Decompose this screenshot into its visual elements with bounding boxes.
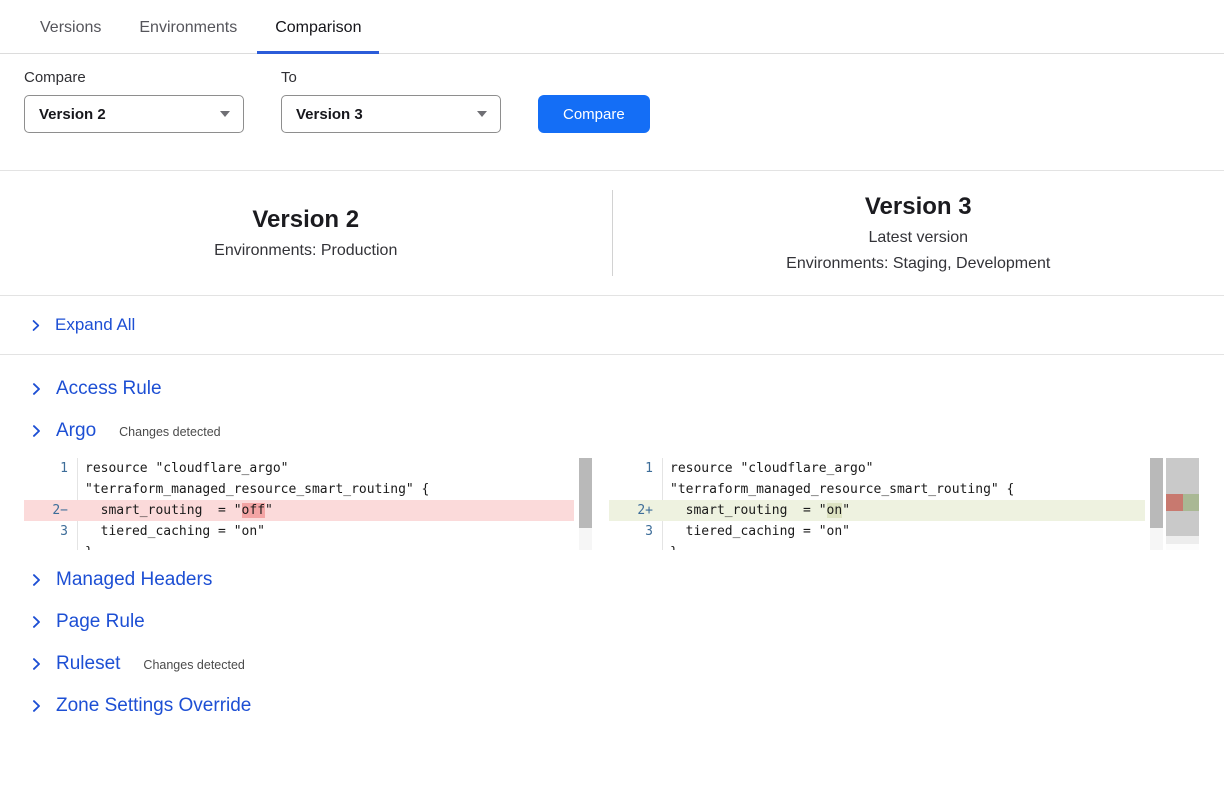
diff-line: "terraform_managed_resource_smart_routin… [24, 479, 574, 500]
section-label: Zone Settings Override [56, 695, 251, 717]
line-number: 3 [24, 521, 78, 542]
code-text: " [265, 503, 273, 518]
section-zone-settings-override[interactable]: Zone Settings Override [0, 685, 1224, 727]
added-token: on [827, 503, 843, 518]
added-marker [1183, 494, 1200, 511]
line-number: 2+ [609, 500, 663, 521]
tab-comparison[interactable]: Comparison [257, 0, 379, 54]
section-managed-headers[interactable]: Managed Headers [0, 559, 1224, 601]
left-version-title: Version 2 [0, 206, 612, 234]
section-label: Argo [56, 420, 96, 442]
diff-change-marker [1166, 494, 1199, 511]
chevron-right-icon [29, 424, 43, 438]
diff-overview-minimap[interactable] [1166, 458, 1199, 550]
scrollbar-thumb[interactable] [1150, 458, 1163, 528]
line-number: 1 [24, 458, 78, 479]
expand-all-label: Expand All [55, 315, 135, 335]
code-text: } [663, 542, 678, 550]
code-text: smart_routing = " [85, 503, 242, 518]
compare-to-label: To [281, 69, 501, 86]
left-version-environments: Environments: Production [0, 242, 612, 260]
code-text: smart_routing = " [670, 503, 827, 518]
compare-from-value: Version 2 [39, 106, 106, 123]
code-text: } [78, 542, 93, 550]
diff-line: } [609, 542, 1145, 550]
compare-button[interactable]: Compare [538, 95, 650, 133]
right-version-note: Latest version [613, 229, 1224, 247]
diff-line: 1resource "cloudflare_argo" [24, 458, 574, 479]
right-version-title: Version 3 [613, 193, 1224, 221]
chevron-right-icon [29, 382, 43, 396]
chevron-down-icon [477, 111, 487, 117]
chevron-right-icon [29, 573, 43, 587]
line-number: 2− [24, 500, 78, 521]
compare-to-field: To Version 3 [281, 69, 501, 133]
diff-line: 3 tiered_caching = "on" [609, 521, 1145, 542]
tab-versions[interactable]: Versions [40, 0, 101, 53]
diff-line-added: 2+ smart_routing = "on" [609, 500, 1145, 521]
changes-detected-badge: Changes detected [143, 656, 244, 672]
line-number [24, 542, 78, 550]
compare-to-value: Version 3 [296, 106, 363, 123]
line-number [24, 479, 78, 500]
left-pane-scrollbar[interactable] [579, 458, 592, 550]
changes-detected-badge: Changes detected [119, 423, 220, 439]
code-text: tiered_caching = "on" [663, 521, 850, 542]
section-argo[interactable]: Argo Changes detected [0, 410, 1224, 452]
diff-pane-left: 1resource "cloudflare_argo" "terraform_m… [24, 458, 592, 550]
tab-bar: Versions Environments Comparison [0, 0, 1224, 54]
code-text: " [842, 503, 850, 518]
section-access-rule[interactable]: Access Rule [0, 368, 1224, 410]
diff-code-right: 1resource "cloudflare_argo" "terraform_m… [609, 458, 1145, 550]
argo-diff-view: 1resource "cloudflare_argo" "terraform_m… [0, 452, 1224, 559]
line-number [609, 479, 663, 500]
removed-marker [1166, 494, 1183, 511]
section-label: Page Rule [56, 611, 145, 633]
chevron-right-icon [29, 699, 43, 713]
code-text: resource "cloudflare_argo" [663, 458, 874, 479]
chevron-right-icon [29, 319, 42, 332]
version-headers: Version 2 Environments: Production Versi… [0, 171, 1224, 296]
right-version-header: Version 3 Latest version Environments: S… [613, 193, 1224, 273]
compare-from-label: Compare [24, 69, 244, 86]
diff-line: "terraform_managed_resource_smart_routin… [609, 479, 1145, 500]
diff-line: 3 tiered_caching = "on" [24, 521, 574, 542]
section-label: Access Rule [56, 378, 162, 400]
line-number: 1 [609, 458, 663, 479]
line-number [609, 542, 663, 550]
diff-code-left: 1resource "cloudflare_argo" "terraform_m… [24, 458, 574, 550]
compare-controls: Compare Version 2 To Version 3 Compare [0, 54, 1224, 171]
right-version-environments: Environments: Staging, Development [613, 255, 1224, 273]
left-version-header: Version 2 Environments: Production [0, 206, 612, 260]
compare-to-select[interactable]: Version 3 [281, 95, 501, 133]
diff-line-removed: 2− smart_routing = "off" [24, 500, 574, 521]
chevron-right-icon [29, 657, 43, 671]
sections-list: Access Rule Argo Changes detected 1resou… [0, 355, 1224, 727]
removed-token: off [242, 503, 265, 518]
code-text: resource "cloudflare_argo" [78, 458, 289, 479]
compare-from-select[interactable]: Version 2 [24, 95, 244, 133]
chevron-down-icon [220, 111, 230, 117]
scrollbar-thumb[interactable] [579, 458, 592, 528]
code-text: smart_routing = "on" [663, 500, 850, 521]
compare-from-field: Compare Version 2 [24, 69, 244, 133]
right-pane-scrollbar[interactable] [1150, 458, 1163, 550]
diff-pane-right: 1resource "cloudflare_argo" "terraform_m… [609, 458, 1199, 550]
section-page-rule[interactable]: Page Rule [0, 601, 1224, 643]
code-text: smart_routing = "off" [78, 500, 273, 521]
code-text: "terraform_managed_resource_smart_routin… [78, 479, 429, 500]
section-ruleset[interactable]: Ruleset Changes detected [0, 643, 1224, 685]
section-label: Managed Headers [56, 569, 212, 591]
line-number: 3 [609, 521, 663, 542]
diff-line: } [24, 542, 574, 550]
tab-environments[interactable]: Environments [139, 0, 237, 53]
code-text: "terraform_managed_resource_smart_routin… [663, 479, 1014, 500]
expand-all-button[interactable]: Expand All [0, 296, 1224, 355]
diff-line: 1resource "cloudflare_argo" [609, 458, 1145, 479]
section-label: Ruleset [56, 653, 120, 675]
code-text: tiered_caching = "on" [78, 521, 265, 542]
chevron-right-icon [29, 615, 43, 629]
